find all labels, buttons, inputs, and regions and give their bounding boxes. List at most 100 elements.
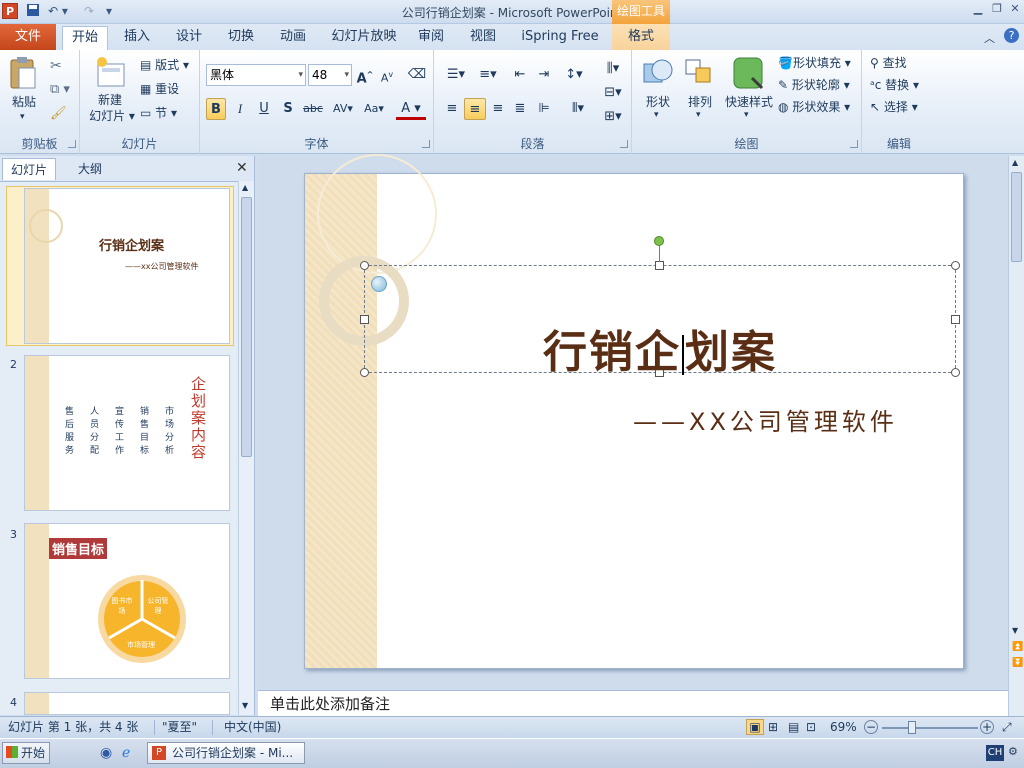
resize-handle[interactable] — [951, 261, 960, 270]
editor-scrollbar[interactable]: ▲ ▼ ⏫ ⏬ — [1008, 156, 1024, 716]
prev-slide-icon[interactable]: ⏫ — [1012, 642, 1023, 652]
scroll-thumb[interactable] — [241, 197, 252, 457]
restore-icon[interactable]: ❐ — [989, 2, 1005, 16]
columns-icon[interactable]: ⫴▾ — [564, 98, 592, 120]
italic-button[interactable]: I — [230, 98, 250, 120]
tab-slides-pane[interactable]: 幻灯片 — [2, 158, 56, 180]
dialog-launcher-icon[interactable] — [422, 140, 430, 148]
thumbnail-scrollbar[interactable]: ▲ ▼ — [238, 181, 254, 715]
bold-button[interactable]: B — [206, 98, 226, 120]
tab-animations[interactable]: 动画 — [272, 24, 314, 50]
align-text-icon[interactable]: ⊟▾ — [600, 82, 626, 104]
shape-effects-button[interactable]: ◍ 形状效果 ▾ — [778, 98, 850, 116]
taskbar-item-powerpoint[interactable]: P 公司行销企划案 - Mi... — [147, 742, 305, 764]
shape-outline-button[interactable]: ✎ 形状轮廓 ▾ — [778, 76, 850, 94]
next-slide-icon[interactable]: ⏬ — [1012, 658, 1023, 668]
slide-thumb-2[interactable]: 企划案内容 市场分析 销售目标 宣传工作 人员分配 售后服务 — [24, 355, 230, 511]
format-painter-icon[interactable]: 🖌 — [50, 106, 67, 121]
language-indicator[interactable]: 中文(中国) — [224, 717, 281, 738]
close-icon[interactable]: ✕ — [1007, 2, 1023, 16]
rotation-handle[interactable] — [654, 236, 664, 246]
reset-button[interactable]: ▦ 重设 — [140, 80, 179, 98]
quick-styles-button[interactable]: 快速样式 — [720, 94, 778, 110]
text-direction-icon[interactable]: ⫼▾ — [600, 58, 626, 80]
shadow-button[interactable]: S — [278, 98, 298, 120]
font-color-button[interactable]: A ▾ — [396, 98, 426, 120]
select-button[interactable]: ↖ 选择 ▾ — [870, 98, 918, 116]
resize-handle[interactable] — [360, 261, 369, 270]
zoom-level[interactable]: 69% — [830, 717, 857, 738]
slide-thumb-3[interactable]: 销售目标 图书市场 公司管理 市场管理 — [24, 523, 230, 679]
dialog-launcher-icon[interactable] — [68, 140, 76, 148]
shrink-font-button[interactable]: Av — [378, 64, 396, 86]
theme-name[interactable]: "夏至" — [162, 717, 197, 738]
tab-insert[interactable]: 插入 — [116, 24, 158, 50]
close-pane-icon[interactable]: ✕ — [236, 160, 248, 176]
bullets-icon[interactable]: ☰▾ — [442, 64, 470, 86]
scroll-down-icon[interactable]: ▼ — [242, 701, 248, 710]
font-size-combo[interactable]: 48 ▾ — [308, 64, 352, 86]
zoom-in-icon[interactable]: + — [980, 720, 994, 734]
shapes-dropdown-icon[interactable]: ▾ — [654, 110, 659, 120]
new-slide-button[interactable]: 新建 — [86, 92, 134, 108]
new-slide-dropdown[interactable]: 幻灯片 ▾ — [82, 108, 142, 124]
change-case-button[interactable]: Aa▾ — [360, 98, 388, 120]
zoom-slider-track[interactable] — [882, 727, 978, 729]
notes-pane[interactable]: 单击此处添加备注 — [258, 690, 1008, 716]
paste-icon[interactable] — [8, 56, 38, 92]
arrange-button[interactable]: 排列 — [680, 94, 720, 110]
distribute-icon[interactable]: ⊫ — [534, 98, 554, 120]
minimize-icon[interactable]: ▁ — [970, 2, 986, 16]
align-center-icon[interactable]: ≡ — [464, 98, 486, 120]
scroll-thumb[interactable] — [1011, 172, 1022, 262]
zoom-slider-thumb[interactable] — [908, 721, 916, 734]
strikethrough-button[interactable]: abc — [300, 98, 326, 120]
align-left-icon[interactable]: ≡ — [442, 98, 462, 120]
line-spacing-icon[interactable]: ↕▾ — [560, 64, 588, 86]
smartart-icon[interactable]: ⊞▾ — [600, 106, 626, 128]
arrange-dropdown-icon[interactable]: ▾ — [696, 110, 701, 120]
tab-design[interactable]: 设计 — [168, 24, 210, 50]
reading-view-icon[interactable]: ▤ — [788, 717, 799, 738]
scroll-up-icon[interactable]: ▲ — [1012, 158, 1018, 167]
paste-dropdown-icon[interactable]: ▾ — [20, 112, 25, 122]
quick-launch-icon[interactable]: ◉ — [100, 745, 112, 761]
font-name-combo[interactable]: 黑体 ▾ — [206, 64, 306, 86]
new-slide-icon[interactable] — [94, 56, 126, 90]
tab-outline-pane[interactable]: 大纲 — [60, 158, 120, 180]
ime-indicator[interactable]: CH — [986, 745, 1004, 761]
numbering-icon[interactable]: ≡▾ — [474, 64, 502, 86]
dialog-launcher-icon[interactable] — [850, 140, 858, 148]
slide-thumb-1[interactable]: 行销企划案 ——xx公司管理软件 — [24, 188, 230, 344]
underline-button[interactable]: U — [254, 98, 274, 120]
section-button[interactable]: ▭ 节 ▾ — [140, 104, 177, 122]
shape-fill-button[interactable]: 🪣形状填充 ▾ — [778, 54, 851, 72]
scroll-up-icon[interactable]: ▲ — [242, 183, 248, 192]
slide-title[interactable]: 行销企划案 — [364, 316, 956, 380]
slide-subtitle[interactable]: ——XX公司管理软件 — [633, 402, 898, 437]
tab-file[interactable]: 文件 — [0, 24, 56, 50]
resize-handle[interactable] — [655, 261, 664, 270]
scroll-down-icon[interactable]: ▼ — [1012, 626, 1018, 635]
tab-slideshow[interactable]: 幻灯片放映 — [326, 24, 402, 50]
clear-format-icon[interactable]: ⌫ — [406, 64, 428, 86]
slideshow-view-icon[interactable]: ⊡ — [806, 717, 816, 738]
help-icon[interactable]: ? — [1004, 28, 1019, 43]
shapes-button[interactable]: 形状 — [638, 94, 678, 110]
align-right-icon[interactable]: ≡ — [488, 98, 508, 120]
quick-styles-dropdown-icon[interactable]: ▾ — [744, 110, 749, 120]
tab-transitions[interactable]: 切换 — [220, 24, 262, 50]
cut-icon[interactable]: ✂ — [50, 58, 62, 74]
char-spacing-button[interactable]: AV▾ — [328, 98, 358, 120]
shapes-icon[interactable] — [642, 56, 674, 90]
fit-slide-icon[interactable]: ⤢ — [1002, 717, 1012, 738]
quick-styles-icon[interactable] — [732, 56, 764, 90]
start-button[interactable]: 开始 — [2, 742, 50, 764]
zoom-out-icon[interactable]: − — [864, 720, 878, 734]
tab-ispring[interactable]: iSpring Free — [518, 24, 602, 50]
ribbon-collapse-icon[interactable]: ︿ — [984, 30, 995, 46]
replace-button[interactable]: ᵃc 替换 ▾ — [870, 76, 919, 94]
internet-explorer-icon[interactable]: ℯ — [122, 745, 130, 761]
tab-review[interactable]: 审阅 — [410, 24, 452, 50]
paste-button[interactable]: 粘贴 — [4, 94, 44, 110]
